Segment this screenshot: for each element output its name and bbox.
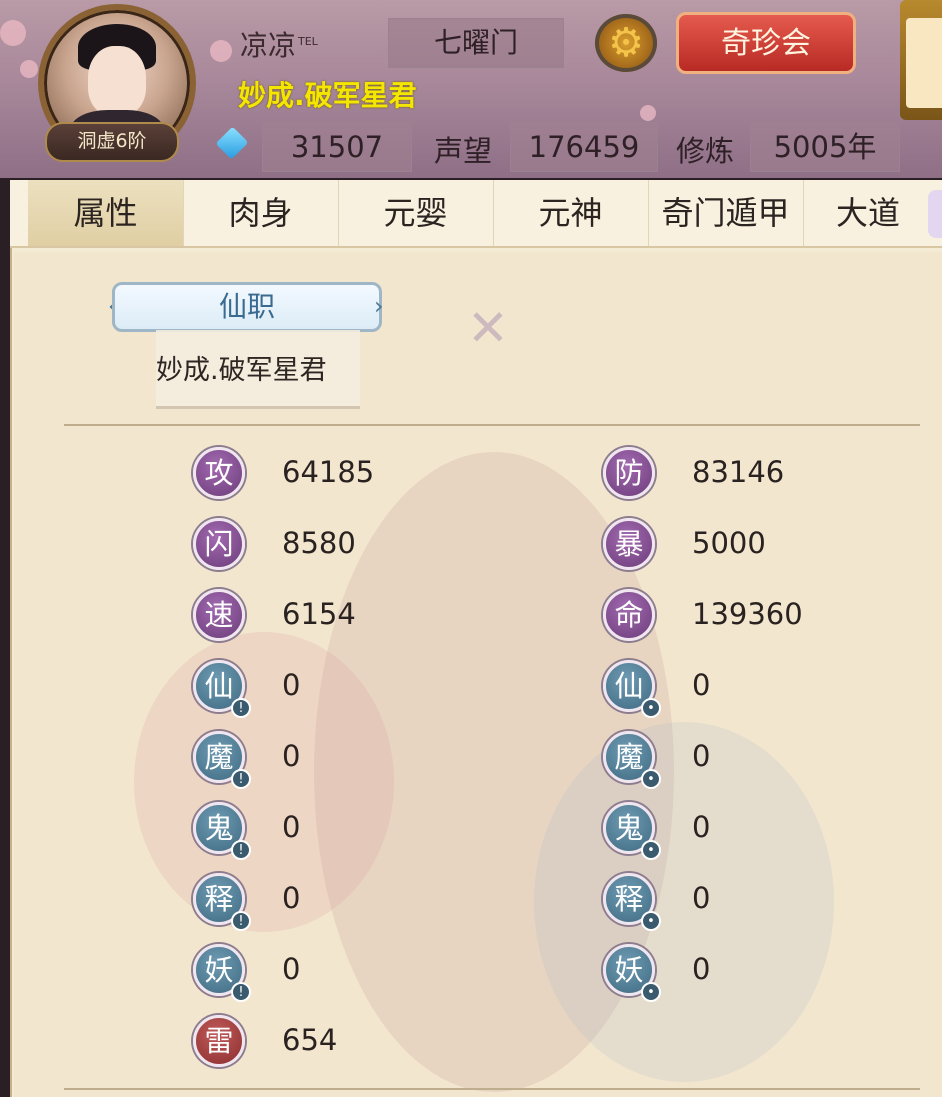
tab-body[interactable]: 肉身: [183, 180, 339, 246]
gear-icon: ⚙: [608, 20, 644, 66]
shield-badge-icon[interactable]: •: [641, 840, 661, 860]
settings-button[interactable]: ⚙: [595, 14, 657, 72]
player-title: 妙成.破军星君: [238, 79, 417, 112]
shield-badge-icon[interactable]: •: [641, 911, 661, 931]
stat-icon: 暴: [603, 518, 655, 570]
tab-great-dao[interactable]: 大道: [803, 180, 933, 246]
stat-value: 0: [282, 952, 301, 986]
stat-icon: 命: [603, 589, 655, 641]
tab-qimen-dunjia[interactable]: 奇门遁甲: [648, 180, 804, 246]
player-name-text: 凉凉: [240, 29, 297, 62]
rank-badge: 洞虚6阶: [45, 122, 179, 162]
shop-button[interactable]: 奇珍会: [676, 12, 856, 74]
stat-value: 0: [692, 739, 711, 773]
shield-badge-icon[interactable]: •: [641, 982, 661, 1002]
currency-value: 31507: [262, 122, 412, 172]
tab-scroll-edge[interactable]: [928, 190, 942, 238]
sect-name[interactable]: 七曜门: [388, 18, 564, 68]
stat-icon: 速: [193, 589, 245, 641]
prestige-value: 176459: [510, 122, 658, 172]
alert-badge-icon[interactable]: !: [231, 769, 251, 789]
stat-value: 0: [282, 668, 301, 702]
stat-value: 0: [282, 810, 301, 844]
lantern-panel: [906, 18, 942, 108]
alert-badge-icon[interactable]: !: [231, 982, 251, 1002]
office-banner: 仙职: [112, 282, 382, 332]
tab-nascent-soul[interactable]: 元婴: [338, 180, 494, 246]
stat-value: 0: [282, 739, 301, 773]
stat-value: 139360: [692, 597, 803, 631]
tel-tag: TEL: [298, 34, 318, 48]
alert-badge-icon[interactable]: !: [231, 840, 251, 860]
stat-value: 0: [692, 668, 711, 702]
attribute-panel: [14, 252, 942, 1097]
cultivation-label: 修炼: [676, 134, 735, 168]
prestige-label: 声望: [434, 134, 493, 168]
tab-primordial-spirit[interactable]: 元神: [493, 180, 649, 246]
stat-value: 64185: [282, 455, 375, 489]
stat-icon: 闪: [193, 518, 245, 570]
cultivation-value: 5005年: [750, 122, 900, 172]
tab-attributes[interactable]: 属性: [28, 180, 184, 246]
stat-value: 0: [692, 881, 711, 915]
avatar-face: [88, 46, 146, 116]
office-name: 妙成.破军星君: [156, 355, 327, 386]
blossom-decoration: [210, 40, 232, 62]
stat-value: 8580: [282, 526, 356, 560]
shield-badge-icon[interactable]: •: [641, 769, 661, 789]
stat-value: 5000: [692, 526, 766, 560]
blossom-decoration: [0, 20, 26, 46]
crossed-swords-icon: ✕: [467, 299, 509, 357]
blossom-decoration: [20, 60, 38, 78]
alert-badge-icon[interactable]: !: [231, 911, 251, 931]
stat-value: 0: [692, 952, 711, 986]
stat-value: 0: [282, 881, 301, 915]
divider: [64, 1088, 920, 1090]
stat-value: 83146: [692, 455, 785, 489]
divider: [64, 424, 920, 426]
player-name: 凉凉 TEL: [240, 24, 318, 64]
stat-value: 654: [282, 1023, 338, 1057]
stat-icon: 防: [603, 447, 655, 499]
stat-icon: 雷: [193, 1015, 245, 1067]
stat-icon: 攻: [193, 447, 245, 499]
stat-value: 0: [692, 810, 711, 844]
chevron-right-icon[interactable]: ›: [374, 292, 384, 320]
alert-badge-icon[interactable]: !: [231, 698, 251, 718]
character-art-watermark: [534, 722, 834, 1082]
shield-badge-icon[interactable]: •: [641, 698, 661, 718]
character-art-watermark: [134, 632, 394, 932]
stat-value: 6154: [282, 597, 356, 631]
tab-bar: 属性 肉身 元婴 元神 奇门遁甲 大道: [10, 180, 942, 248]
blossom-decoration: [640, 105, 656, 121]
